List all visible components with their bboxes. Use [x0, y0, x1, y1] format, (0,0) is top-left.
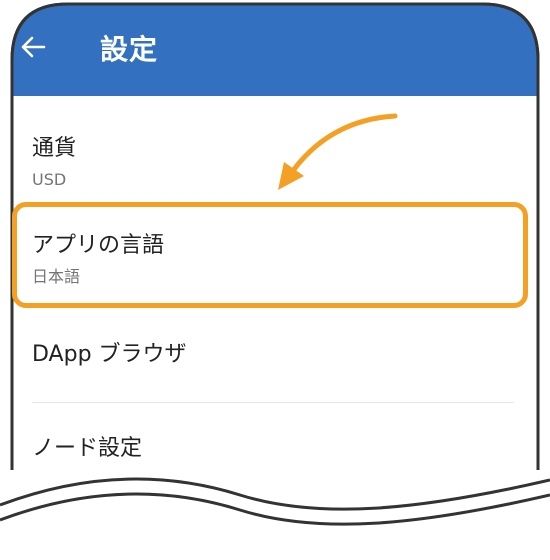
torn-edge	[0, 477, 550, 560]
page-title: 設定	[100, 33, 159, 66]
settings-item-node-settings[interactable]: ノード設定	[32, 436, 512, 462]
app-bar-background	[12, 4, 538, 96]
phone-frame: 設定 通貨 USD アプリの言語 日本語 DApp ブラウザ ノード設定	[0, 0, 550, 560]
settings-item-dapp-browser[interactable]: DApp ブラウザ	[32, 342, 512, 368]
highlight-box	[12, 202, 528, 308]
back-button[interactable]	[18, 32, 48, 62]
pointer-arrow-icon	[278, 113, 398, 190]
divider	[32, 402, 514, 403]
settings-item-title: DApp ブラウザ	[32, 342, 187, 367]
arrow-left-icon	[21, 36, 46, 58]
settings-item-title: ノード設定	[32, 436, 143, 461]
